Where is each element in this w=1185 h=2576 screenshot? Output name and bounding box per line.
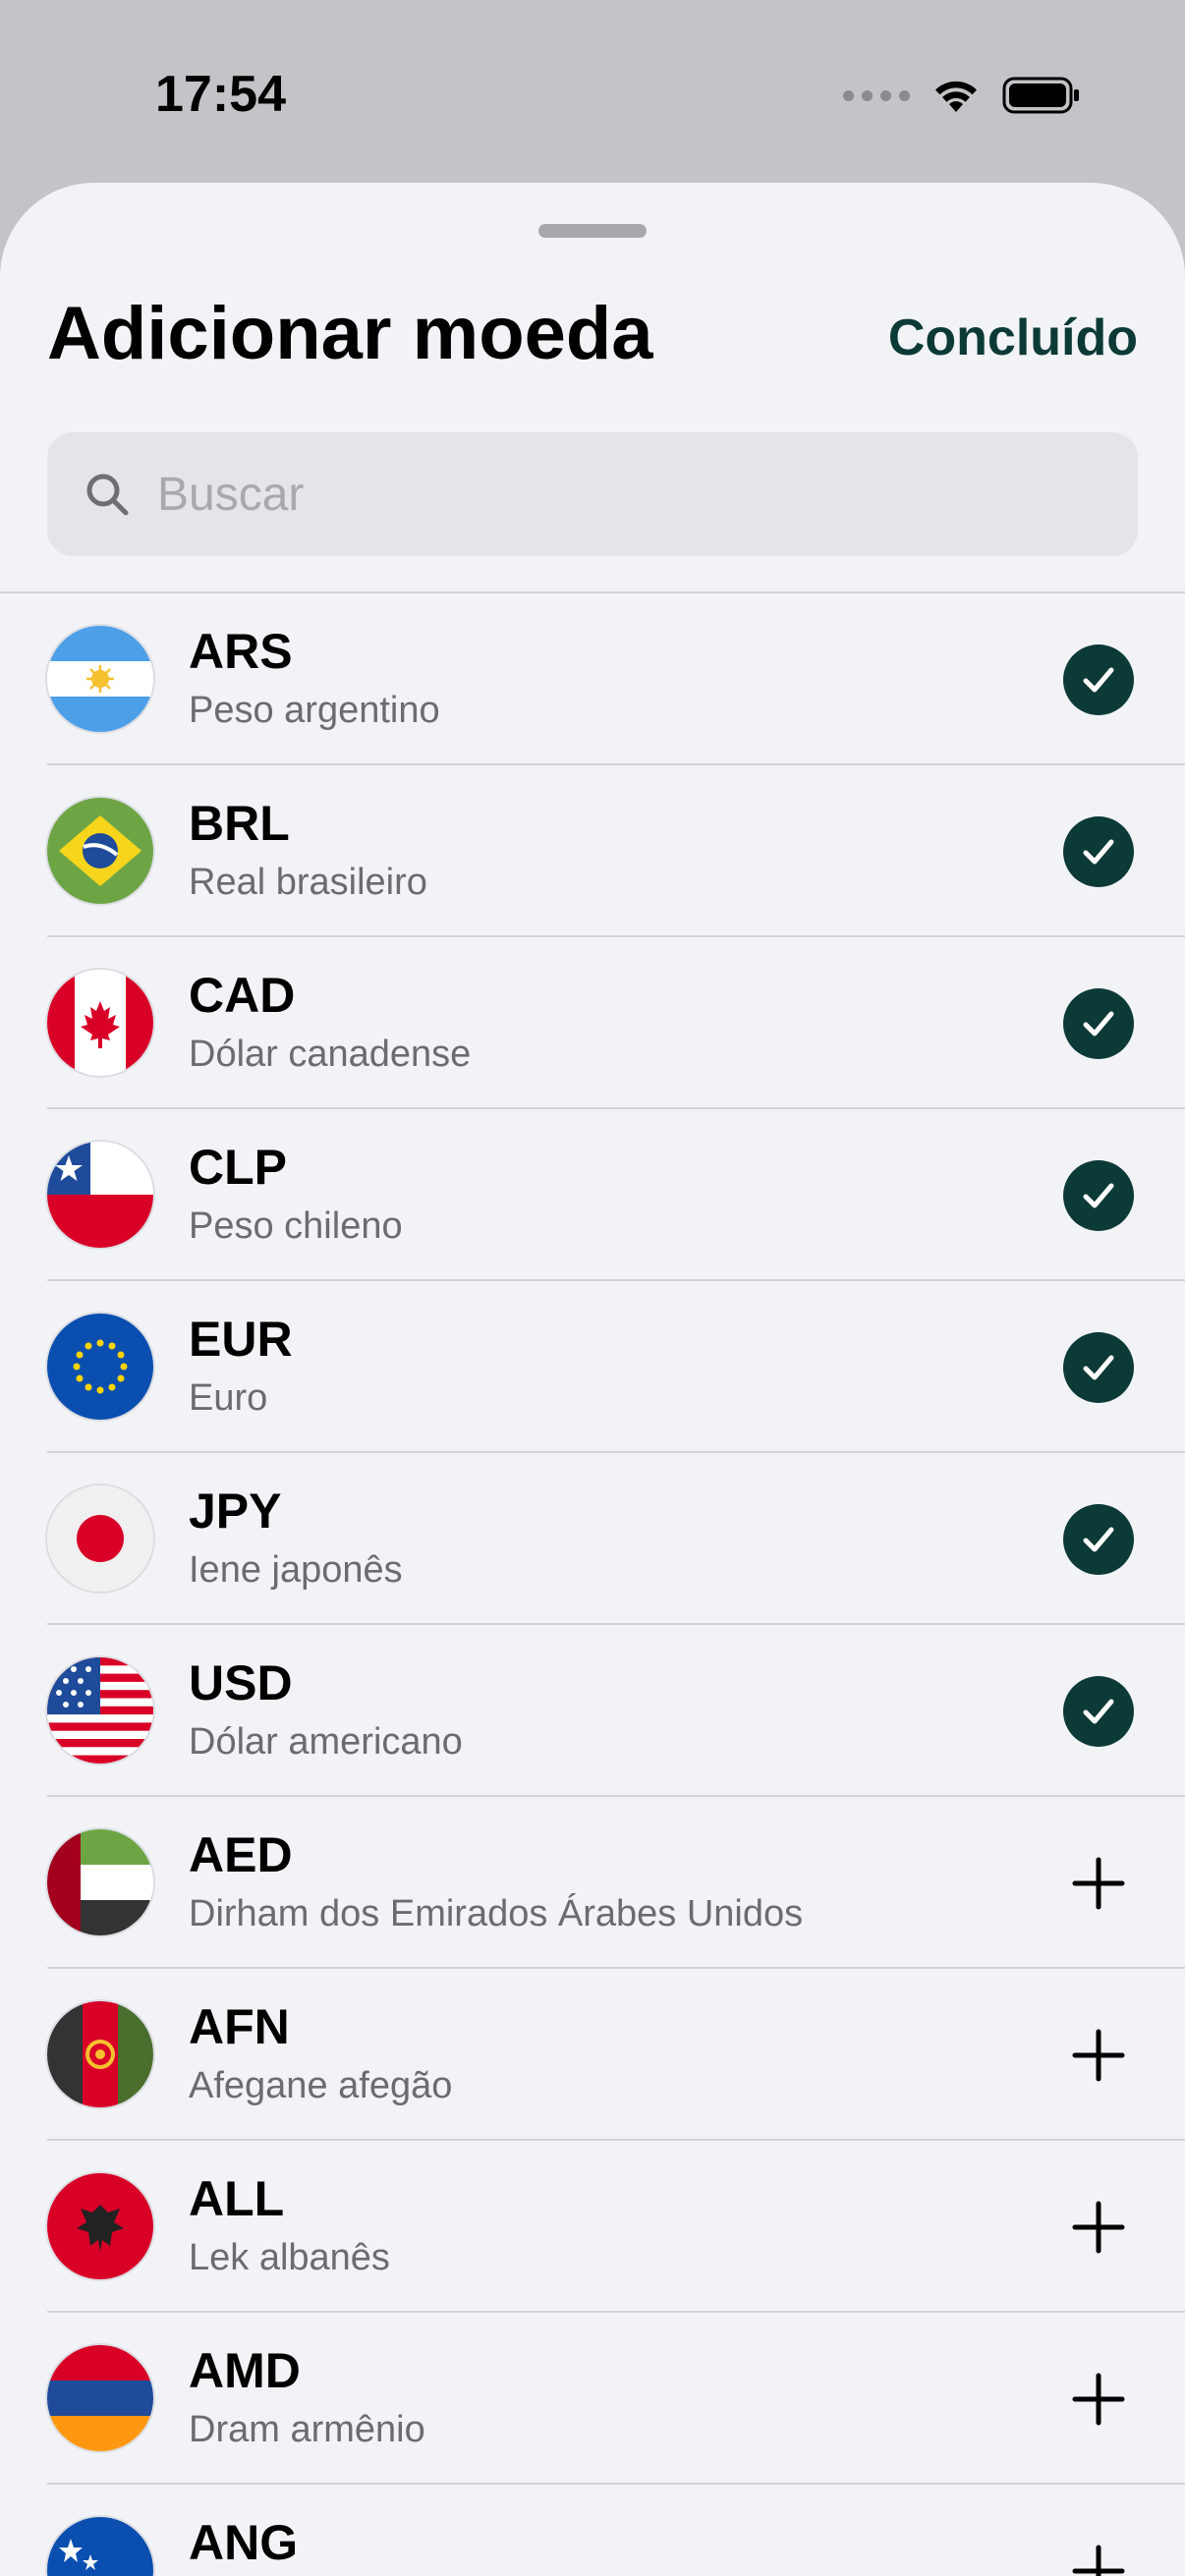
currency-row-ang[interactable]: ANG: [0, 2485, 1185, 2576]
added-check-button[interactable]: [1063, 988, 1134, 1059]
currency-row-ars[interactable]: ARS Peso argentino: [0, 593, 1185, 765]
currency-row-amd[interactable]: AMD Dram armênio: [0, 2313, 1185, 2485]
checkmark-icon: [1063, 1676, 1134, 1747]
done-button[interactable]: Concluído: [888, 308, 1138, 367]
status-icons: [843, 71, 1081, 120]
add-currency-button[interactable]: [1063, 2364, 1134, 2435]
currency-name: Dram armênio: [189, 2409, 425, 2450]
usa-flag-icon: [47, 1657, 153, 1764]
add-currency-button[interactable]: [1063, 2536, 1134, 2576]
cellular-signal-icon: [843, 89, 910, 101]
uae-flag-icon: [47, 1829, 153, 1935]
currency-row-cad[interactable]: CAD Dólar canadense: [0, 937, 1185, 1109]
search-bar[interactable]: [47, 432, 1138, 556]
brazil-flag-icon: [47, 798, 153, 904]
currency-name: Afegane afegão: [189, 2065, 453, 2106]
checkmark-icon: [1063, 988, 1134, 1059]
currency-row-all[interactable]: ALL Lek albanês: [0, 2141, 1185, 2313]
added-check-button[interactable]: [1063, 1160, 1134, 1231]
added-check-button[interactable]: [1063, 644, 1134, 715]
currency-row-clp[interactable]: CLP Peso chileno: [0, 1109, 1185, 1281]
wifi-icon: [935, 81, 977, 112]
chile-flag-icon: [47, 1142, 153, 1248]
currency-code: BRL: [189, 796, 290, 851]
plus-icon: [1072, 2029, 1125, 2082]
currency-name: Iene japonês: [189, 1549, 403, 1591]
checkmark-icon: [1063, 1504, 1134, 1575]
checkmark-icon: [1063, 1332, 1134, 1403]
currency-name: Euro: [189, 1377, 268, 1419]
plus-icon: [1072, 2201, 1125, 2254]
argentina-flag-icon: [47, 626, 153, 732]
plus-icon: [1072, 2545, 1125, 2576]
currency-code: JPY: [189, 1484, 282, 1539]
currency-list: ARS Peso argentino BRL Real brasileiro C…: [0, 591, 1185, 2576]
curacao-flag-icon: [47, 2517, 153, 2576]
currency-code: CLP: [189, 1140, 287, 1195]
added-check-button[interactable]: [1063, 816, 1134, 887]
currency-row-afn[interactable]: AFN Afegane afegão: [0, 1969, 1185, 2141]
currency-name: Peso argentino: [189, 690, 440, 731]
japan-flag-icon: [47, 1485, 153, 1592]
currency-code: AFN: [189, 1999, 290, 2054]
currency-code: CAD: [189, 968, 296, 1023]
currency-code: AED: [189, 1827, 293, 1882]
currency-name: Dirham dos Emirados Árabes Unidos: [189, 1893, 804, 1934]
status-time: 17:54: [155, 66, 286, 123]
currency-row-brl[interactable]: BRL Real brasileiro: [0, 765, 1185, 937]
checkmark-icon: [1063, 1160, 1134, 1231]
albania-flag-icon: [47, 2173, 153, 2279]
currency-code: ALL: [189, 2171, 285, 2226]
added-check-button[interactable]: [1063, 1676, 1134, 1747]
battery-icon: [1002, 77, 1079, 114]
page-title: Adicionar moeda: [47, 292, 653, 375]
added-check-button[interactable]: [1063, 1332, 1134, 1403]
currency-row-jpy[interactable]: JPY Iene japonês: [0, 1453, 1185, 1625]
checkmark-icon: [1063, 816, 1134, 887]
checkmark-icon: [1063, 644, 1134, 715]
currency-name: Dólar americano: [189, 1721, 463, 1763]
added-check-button[interactable]: [1063, 1504, 1134, 1575]
add-currency-button[interactable]: [1063, 2192, 1134, 2263]
plus-icon: [1072, 1857, 1125, 1910]
currency-row-usd[interactable]: USD Dólar americano: [0, 1625, 1185, 1797]
currency-code: USD: [189, 1655, 293, 1710]
currency-code: ANG: [189, 2515, 299, 2570]
add-currency-button[interactable]: [1063, 2020, 1134, 2091]
afghanistan-flag-icon: [47, 2001, 153, 2107]
currency-row-aed[interactable]: AED Dirham dos Emirados Árabes Unidos: [0, 1797, 1185, 1969]
search-input[interactable]: [157, 467, 1042, 522]
currency-row-eur[interactable]: EUR Euro: [0, 1281, 1185, 1453]
plus-icon: [1072, 2373, 1125, 2426]
currency-code: ARS: [189, 624, 293, 679]
add-currency-sheet: Adicionar moeda Concluído Buscar ARS Pes…: [0, 183, 1185, 2576]
search-icon: [86, 474, 129, 516]
currency-name: Lek albanês: [189, 2237, 390, 2278]
currency-name: Real brasileiro: [189, 862, 427, 903]
add-currency-button[interactable]: [1063, 1848, 1134, 1919]
eu-flag-icon: [47, 1314, 153, 1420]
sheet-grabber[interactable]: [538, 224, 647, 238]
currency-code: EUR: [189, 1312, 293, 1367]
canada-flag-icon: [47, 970, 153, 1076]
currency-name: Dólar canadense: [189, 1034, 472, 1075]
armenia-flag-icon: [47, 2345, 153, 2451]
currency-name: Peso chileno: [189, 1205, 403, 1247]
status-bar: 17:54: [0, 0, 1185, 183]
currency-code: AMD: [189, 2343, 301, 2398]
